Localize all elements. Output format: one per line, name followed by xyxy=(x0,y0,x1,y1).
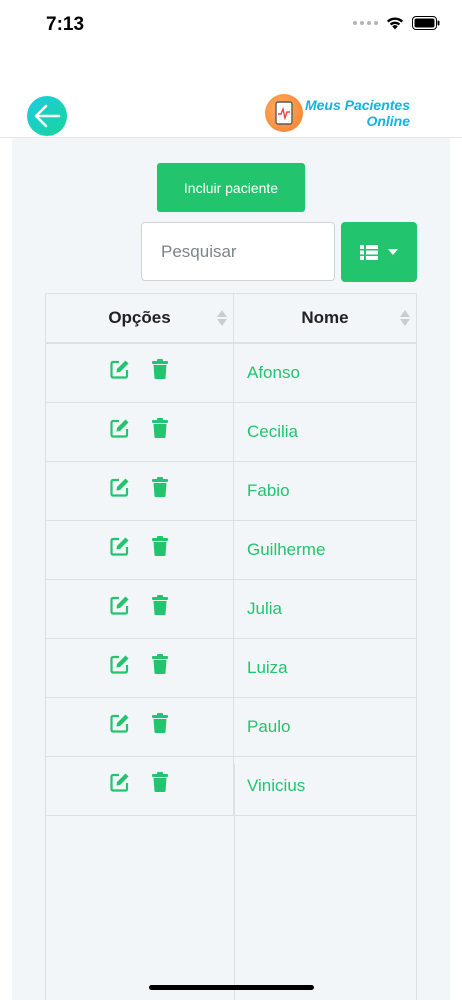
patient-name-link[interactable]: Paulo xyxy=(234,698,416,756)
app-logo: Meus Pacientes Online xyxy=(264,94,410,132)
patients-table: Opções Nome Afonso Cecilia Fabio Guilher… xyxy=(45,293,417,1000)
table-row: Paulo xyxy=(46,698,416,757)
patient-name-link[interactable]: Luiza xyxy=(234,639,416,697)
row-actions xyxy=(46,521,234,579)
battery-icon xyxy=(412,16,440,30)
edit-icon[interactable] xyxy=(109,417,131,439)
trash-icon[interactable] xyxy=(149,653,171,675)
column-header-options[interactable]: Opções xyxy=(46,294,234,342)
status-bar: 7:13 xyxy=(0,0,462,50)
wifi-icon xyxy=(387,17,403,30)
row-actions xyxy=(46,639,234,697)
table-header: Opções Nome xyxy=(46,294,416,344)
table-row: Luiza xyxy=(46,639,416,698)
search-input[interactable] xyxy=(141,222,335,281)
tablet-heart-icon xyxy=(264,94,303,132)
edit-icon[interactable] xyxy=(109,594,131,616)
sort-icon xyxy=(217,310,227,326)
edit-icon[interactable] xyxy=(109,771,131,793)
patient-name-link[interactable]: Cecilia xyxy=(234,403,416,461)
column-header-label: Opções xyxy=(108,308,171,327)
trash-icon[interactable] xyxy=(149,771,171,793)
status-time: 7:13 xyxy=(46,14,85,35)
trash-icon[interactable] xyxy=(149,535,171,557)
trash-icon[interactable] xyxy=(149,712,171,734)
patient-name-link[interactable]: Julia xyxy=(234,580,416,638)
edit-icon[interactable] xyxy=(109,712,131,734)
columns-toggle-button[interactable] xyxy=(341,222,417,282)
logo-line1: Meus Pacientes xyxy=(304,97,410,113)
trash-icon[interactable] xyxy=(149,417,171,439)
table-row: Cecilia xyxy=(46,403,416,462)
status-icons xyxy=(353,16,440,30)
row-actions xyxy=(46,580,234,638)
caret-down-icon xyxy=(388,249,398,255)
row-actions xyxy=(46,344,234,402)
back-button[interactable] xyxy=(27,96,67,136)
trash-icon[interactable] xyxy=(149,476,171,498)
cellular-signal-icon xyxy=(353,21,378,25)
trash-icon[interactable] xyxy=(149,594,171,616)
trash-icon[interactable] xyxy=(149,358,171,380)
column-divider xyxy=(234,764,235,1000)
column-header-label: Nome xyxy=(301,308,349,327)
patient-name-link[interactable]: Vinicius xyxy=(234,757,416,815)
edit-icon[interactable] xyxy=(109,358,131,380)
arrow-left-icon xyxy=(34,104,61,128)
sort-icon xyxy=(400,310,410,326)
column-header-name[interactable]: Nome xyxy=(234,294,416,342)
app-header: Meus Pacientes Online xyxy=(0,92,462,138)
row-actions xyxy=(46,757,234,815)
row-actions xyxy=(46,698,234,756)
table-row: Afonso xyxy=(46,344,416,403)
patient-name-link[interactable]: Guilherme xyxy=(234,521,416,579)
row-actions xyxy=(46,462,234,520)
home-indicator[interactable] xyxy=(149,985,314,990)
logo-line2: Online xyxy=(366,113,410,129)
table-row: Fabio xyxy=(46,462,416,521)
edit-icon[interactable] xyxy=(109,653,131,675)
table-row: Julia xyxy=(46,580,416,639)
list-columns-icon xyxy=(360,244,378,260)
table-body: Afonso Cecilia Fabio Guilherme Julia Lui… xyxy=(46,344,416,816)
main-panel: Incluir paciente Opções Nome xyxy=(12,138,450,1000)
edit-icon[interactable] xyxy=(109,535,131,557)
table-row: Vinicius xyxy=(46,757,416,816)
add-patient-button[interactable]: Incluir paciente xyxy=(157,163,305,212)
row-actions xyxy=(46,403,234,461)
logo-text: Meus Pacientes Online xyxy=(305,97,410,129)
patient-name-link[interactable]: Afonso xyxy=(234,344,416,402)
edit-icon[interactable] xyxy=(109,476,131,498)
patient-name-link[interactable]: Fabio xyxy=(234,462,416,520)
table-row: Guilherme xyxy=(46,521,416,580)
